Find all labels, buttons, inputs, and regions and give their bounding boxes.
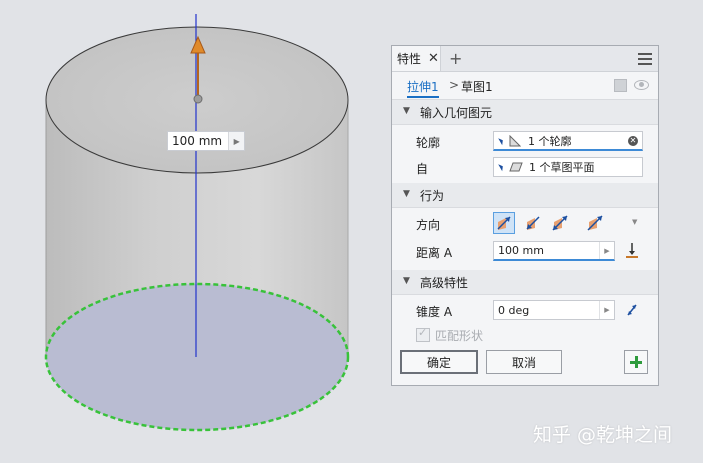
breadcrumb: 拉伸1 > 草图1 [392, 72, 658, 100]
visibility-eye-icon[interactable] [634, 80, 649, 90]
dimension-input[interactable]: 100 mm ▶ [167, 131, 245, 151]
ok-button[interactable]: 确定 [400, 350, 478, 374]
direction-default-icon [497, 216, 511, 230]
collapse-triangle-icon[interactable]: ▼ [403, 106, 410, 116]
profile-selector[interactable]: 1 个轮廓 ✕ [493, 131, 643, 151]
from-selector[interactable]: 1 个草图平面 [493, 157, 643, 177]
breadcrumb-feature[interactable]: 拉伸1 [407, 78, 439, 98]
taper-input[interactable]: 0 deg ▶ [493, 300, 615, 320]
taper-value[interactable]: 0 deg [494, 304, 599, 317]
direction-flip-button[interactable] [522, 212, 544, 234]
apply-add-button[interactable] [624, 350, 648, 374]
distance-menu-arrow-icon[interactable]: ▶ [599, 242, 614, 259]
direction-dropdown-arrow-icon[interactable]: ▼ [632, 218, 637, 226]
cancel-button[interactable]: 取消 [486, 350, 562, 374]
direction-symmetric-button[interactable] [549, 212, 571, 234]
direction-symmetric-icon [552, 215, 568, 231]
profile-row: 轮廓 1 个轮廓 ✕ [392, 128, 658, 154]
section-input-geometry-title: 输入几何图元 [420, 106, 493, 120]
distance-label: 距离 A [416, 246, 453, 260]
collapse-triangle-icon[interactable]: ▼ [403, 189, 410, 199]
profile-value: 1 个轮廓 [528, 134, 572, 148]
taper-row: 锥度 A 0 deg ▶ [392, 297, 658, 323]
dimension-menu-arrow-icon[interactable]: ▶ [228, 132, 244, 150]
from-row: 自 1 个草图平面 [392, 154, 658, 180]
tab-properties[interactable]: 特性 ✕ [392, 46, 441, 71]
direction-asymmetric-icon [587, 215, 603, 231]
section-input-geometry[interactable]: ▼ 输入几何图元 [392, 100, 658, 125]
taper-label: 锥度 A [416, 305, 453, 319]
from-value: 1 个草图平面 [529, 161, 595, 174]
collapse-triangle-icon[interactable]: ▼ [403, 276, 410, 286]
section-behavior[interactable]: ▼ 行为 [392, 183, 658, 208]
properties-panel: 特性 ✕ + 拉伸1 > 草图1 ▼ 输入几何图元 轮廓 1 个轮廓 ✕ 自 1… [391, 45, 659, 386]
direction-asymmetric-button[interactable] [584, 212, 606, 234]
measure-to-icon[interactable] [624, 242, 640, 260]
flip-taper-icon[interactable] [625, 302, 639, 318]
direction-default-button[interactable] [493, 212, 515, 234]
profile-label: 轮廓 [416, 136, 441, 150]
distance-input[interactable]: 100 mm ▶ [493, 241, 615, 261]
profile-shape-icon [509, 134, 521, 146]
section-advanced-title: 高级特性 [420, 276, 469, 290]
distance-row: 距离 A 100 mm ▶ [392, 238, 658, 264]
direction-label: 方向 [416, 218, 441, 232]
watermark: 知乎 @乾坤之间 [533, 424, 673, 446]
cube-icon[interactable] [614, 79, 627, 92]
close-tab-icon[interactable]: ✕ [428, 51, 439, 66]
tab-properties-label: 特性 [397, 52, 422, 66]
match-shape-row: ✓ 匹配形状 [392, 323, 658, 347]
match-shape-label: 匹配形状 [435, 329, 484, 343]
panel-titlebar: 特性 ✕ + [392, 46, 658, 72]
breadcrumb-sketch[interactable]: 草图1 [461, 78, 493, 95]
checkmark-icon: ✓ [418, 326, 428, 339]
section-advanced[interactable]: ▼ 高级特性 [392, 270, 658, 295]
select-cursor-icon [498, 162, 505, 172]
add-tab-icon[interactable]: + [449, 49, 462, 68]
direction-flip-icon [526, 216, 540, 230]
select-cursor-icon [498, 136, 505, 145]
dimension-value[interactable]: 100 mm [168, 134, 228, 148]
sketch-plane-icon [509, 162, 523, 172]
clear-selection-icon[interactable]: ✕ [628, 136, 638, 146]
breadcrumb-separator: > [449, 78, 460, 92]
distance-value[interactable]: 100 mm [494, 244, 599, 257]
section-behavior-title: 行为 [420, 189, 445, 203]
from-label: 自 [416, 162, 429, 176]
direction-row: 方向 ▼ [392, 210, 658, 238]
taper-menu-arrow-icon[interactable]: ▶ [599, 301, 614, 319]
hamburger-menu-icon[interactable] [638, 53, 652, 68]
